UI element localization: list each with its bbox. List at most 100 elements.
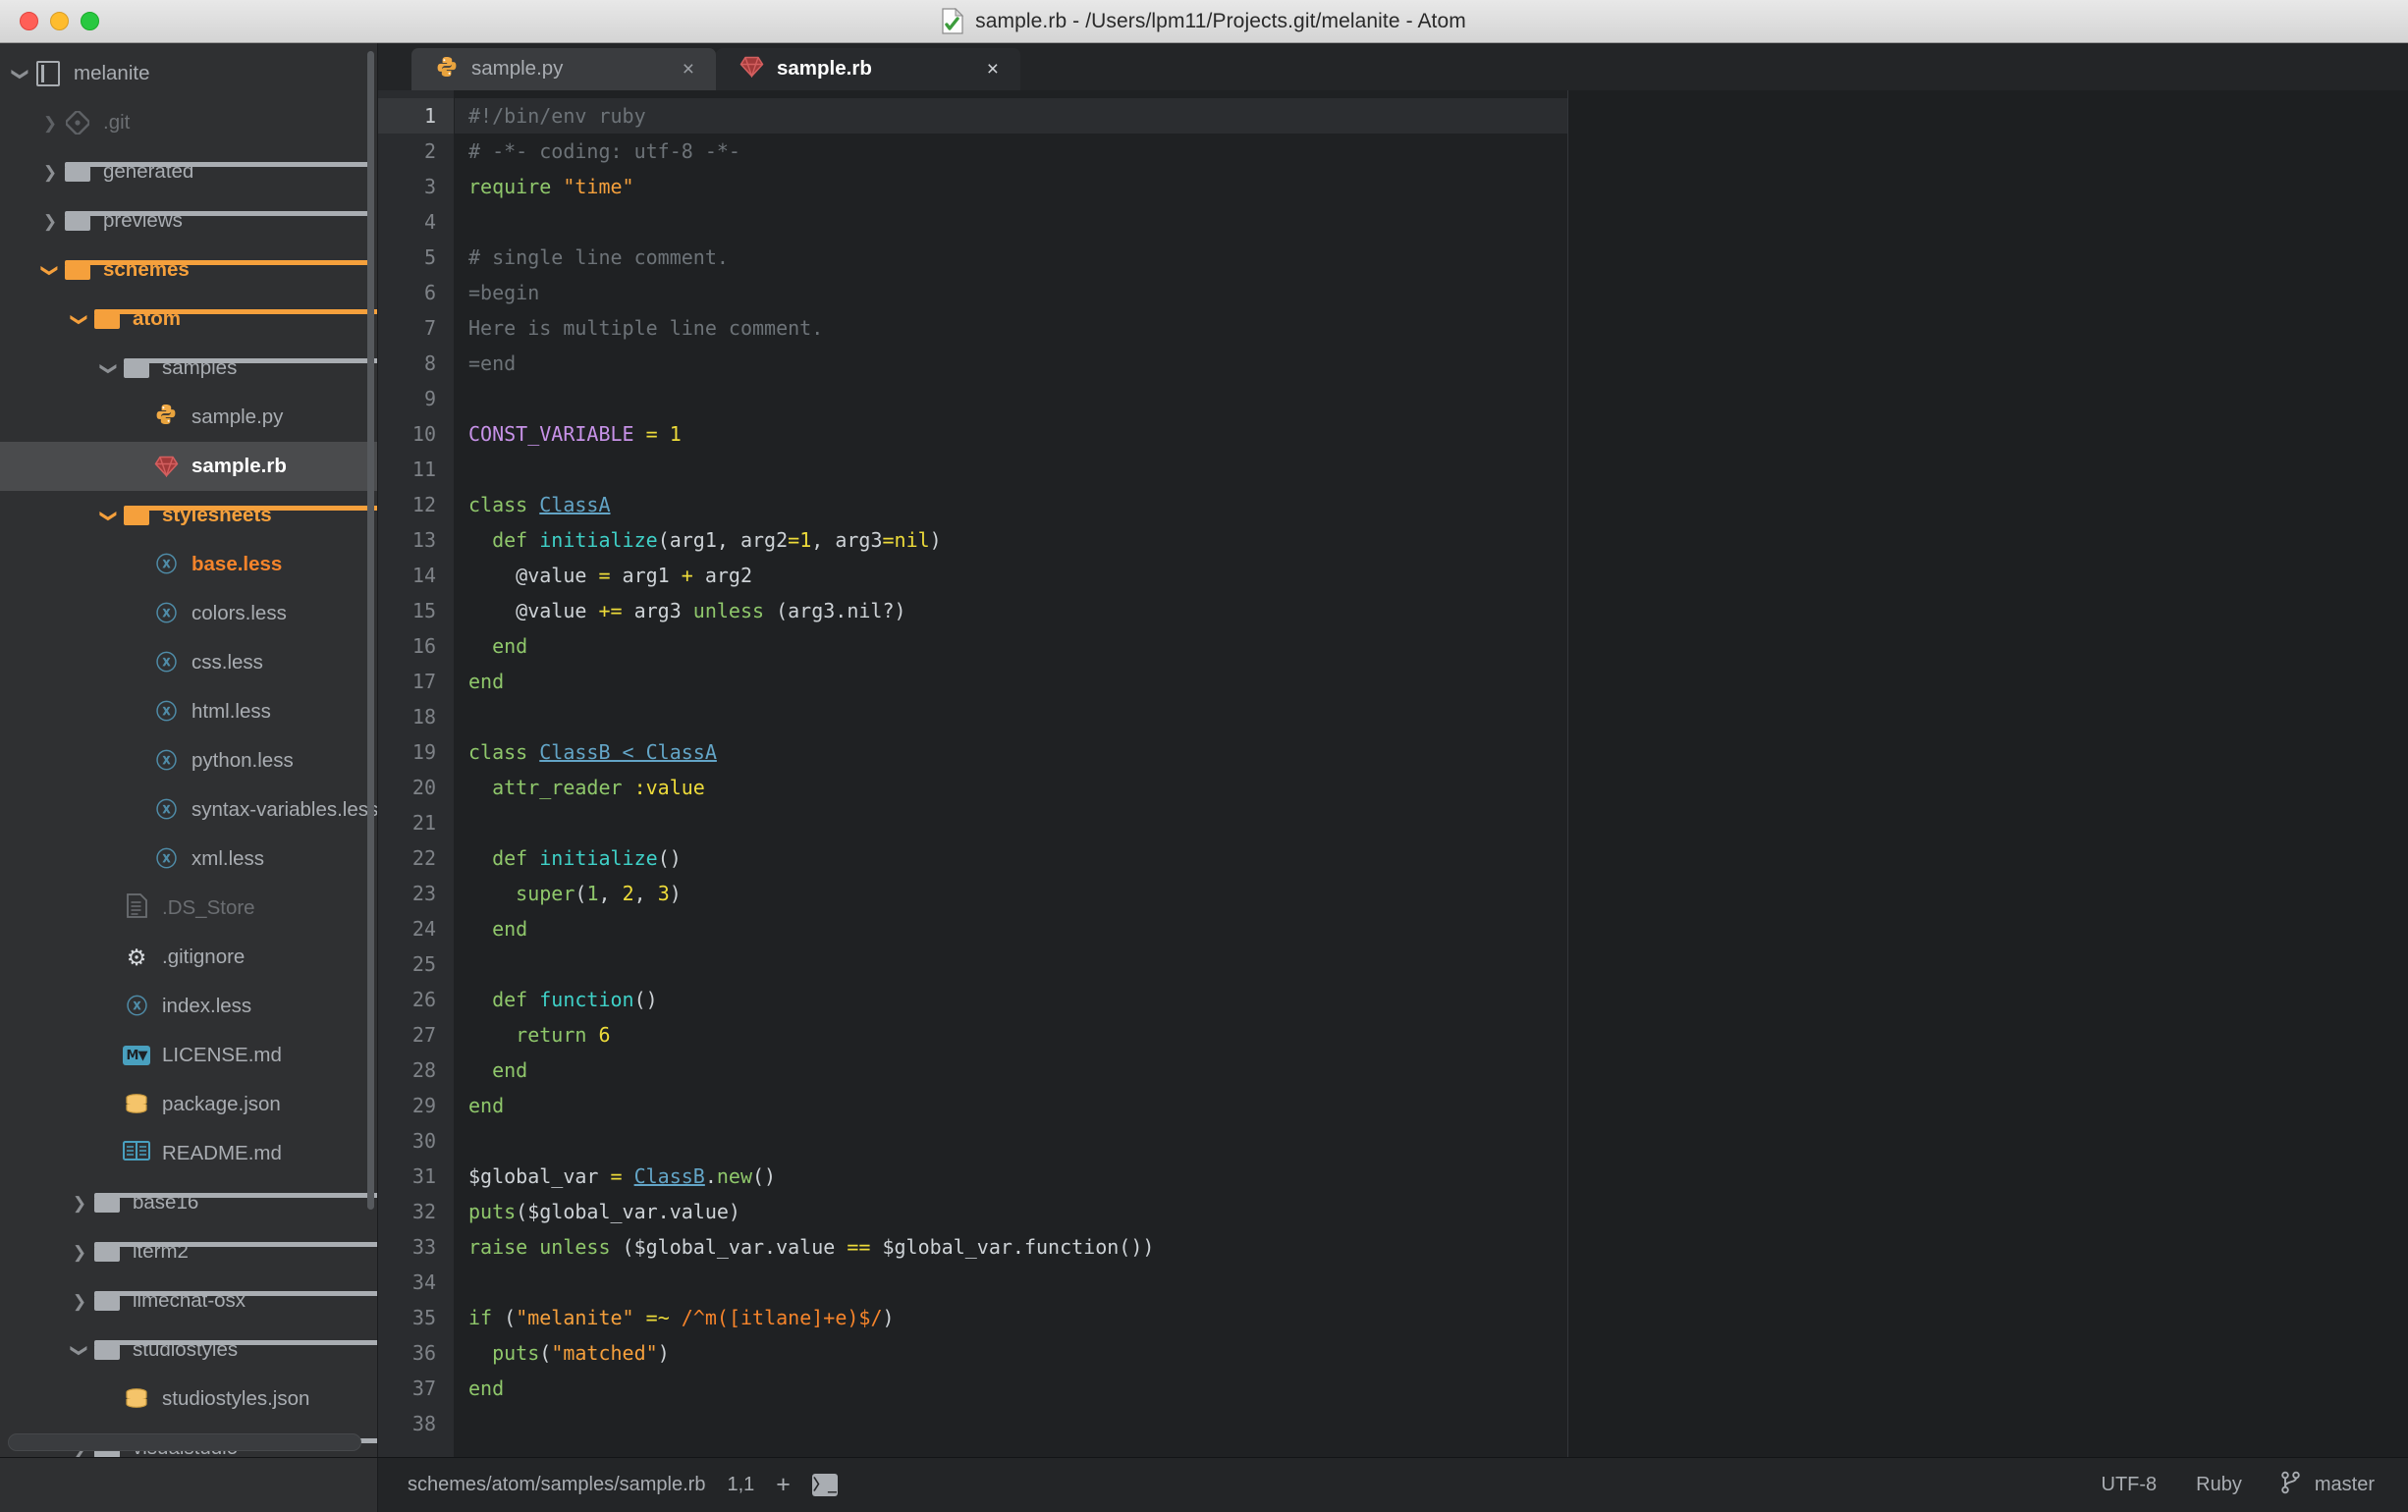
tab-sample-rb[interactable]: sample.rb× [716,48,1020,90]
line-number: 27 [378,1017,454,1053]
tree-item-base16[interactable]: ❯base16 [0,1178,377,1227]
tree-item-icon [151,456,181,477]
line-number: 30 [378,1123,454,1159]
tree-item-readme-md[interactable]: README.md [0,1129,377,1178]
code-token: function [539,988,633,1011]
code-token: ) [658,1341,670,1365]
tree-item-iterm2[interactable]: ❯iterm2 [0,1227,377,1276]
status-branch-group[interactable]: master [2281,1471,2375,1500]
chevron-down-icon[interactable]: ❯ [96,508,122,524]
terminal-icon[interactable]: 〉_ [812,1474,838,1496]
tree-item-xml-less[interactable]: ⓧxml.less [0,835,377,884]
chevron-down-icon[interactable]: ❯ [37,262,63,279]
tab-file-icon [435,55,459,84]
tree-item-atom[interactable]: ❯atom [0,295,377,344]
file-tree[interactable]: ❯melanite❯.git❯generated❯previews❯scheme… [0,43,377,1457]
status-bar-left: schemes/atom/samples/sample.rb 1,1 + 〉_ [408,1473,838,1497]
status-bar: schemes/atom/samples/sample.rb 1,1 + 〉_ … [0,1457,2408,1512]
tree-item-melanite[interactable]: ❯melanite [0,49,377,98]
tree-item-studiostyles[interactable]: ❯studiostyles [0,1325,377,1375]
code-token: attr_reader [492,776,622,799]
chevron-right-icon[interactable]: ❯ [67,1195,92,1212]
code-token: if [468,1306,492,1329]
close-window-button[interactable] [20,12,38,30]
tree-horizontal-scrollbar[interactable] [8,1433,361,1451]
tree-item-syntax-variables-less[interactable]: ⓧsyntax-variables.less [0,785,377,835]
chevron-down-icon[interactable]: ❯ [96,360,122,377]
tree-item-limechat-osx[interactable]: ❯limechat-osx [0,1276,377,1325]
minimize-window-button[interactable] [50,12,69,30]
tree-item-html-less[interactable]: ⓧhtml.less [0,687,377,736]
tree-item-label: .DS_Store [162,898,255,919]
status-grammar[interactable]: Ruby [2196,1474,2242,1496]
chevron-down-icon[interactable]: ❯ [67,1342,92,1359]
code-token: $global_var [468,1164,611,1188]
tree-item-css-less[interactable]: ⓧcss.less [0,638,377,687]
status-file-path[interactable]: schemes/atom/samples/sample.rb [408,1474,705,1496]
status-cursor-position[interactable]: 1,1 [727,1474,754,1496]
code-token [634,1306,646,1329]
code-token: raise [468,1235,527,1259]
tree-item-base-less[interactable]: ⓧbase.less [0,540,377,589]
text-editor[interactable]: 1234567891011121314151617181920212223242… [378,90,2408,1457]
code-token [468,1341,492,1365]
add-icon[interactable]: + [776,1473,791,1497]
title-bar: sample.rb - /Users/lpm11/Projects.git/me… [0,0,2408,43]
tree-item-stylesheets[interactable]: ❯stylesheets [0,491,377,540]
chevron-right-icon[interactable]: ❯ [67,1244,92,1261]
folder-icon [124,358,149,378]
code-token: (arg1, arg2 [658,528,788,552]
tree-item-icon [151,403,181,432]
code-token: 1 [670,422,682,446]
tree-item-package-json[interactable]: package.json [0,1080,377,1129]
tree-item-sample-py[interactable]: sample.py [0,393,377,442]
tree-item-ds-store[interactable]: .DS_Store [0,884,377,933]
code-token: end [468,1377,504,1400]
tree-item-samples[interactable]: ❯samples [0,344,377,393]
code-token: ( [575,882,586,905]
tree-item-python-less[interactable]: ⓧpython.less [0,736,377,785]
chevron-down-icon[interactable]: ❯ [67,311,92,328]
chevron-right-icon[interactable]: ❯ [37,115,63,132]
zoom-window-button[interactable] [81,12,99,30]
tree-item-git[interactable]: ❯.git [0,98,377,147]
chevron-right-icon[interactable]: ❯ [67,1293,92,1310]
tree-item-generated[interactable]: ❯generated [0,147,377,196]
code-token: ($global_var.value) [516,1200,740,1223]
less-file-icon: ⓧ [156,653,177,674]
code-token: def [492,846,527,870]
line-number: 6 [378,275,454,310]
line-number: 21 [378,805,454,840]
line-number: 16 [378,628,454,664]
tree-item-icon [92,1291,122,1311]
tree-item-previews[interactable]: ❯previews [0,196,377,245]
tree-item-icon [63,162,92,182]
chevron-down-icon[interactable]: ❯ [8,66,33,82]
tab-bar[interactable]: sample.py×sample.rb× [378,43,2408,90]
close-tab-icon[interactable]: × [987,59,999,80]
code-token: ClassA [539,493,610,516]
chevron-right-icon[interactable]: ❯ [37,164,63,181]
tree-item-gitignore[interactable]: ⚙.gitignore [0,933,377,982]
file-tree-panel[interactable]: ❯melanite❯.git❯generated❯previews❯scheme… [0,43,378,1457]
tree-item-colors-less[interactable]: ⓧcolors.less [0,589,377,638]
less-file-icon: ⓧ [156,800,177,821]
tree-item-icon [122,893,151,924]
tab-sample-py[interactable]: sample.py× [411,48,716,90]
line-number: 18 [378,699,454,734]
tree-item-license-md[interactable]: M▼LICENSE.md [0,1031,377,1080]
code-area[interactable]: #!/bin/env ruby# -*- coding: utf-8 -*-re… [455,90,2408,1457]
status-encoding[interactable]: UTF-8 [2102,1474,2158,1496]
chevron-right-icon[interactable]: ❯ [37,213,63,230]
tree-item-label: LICENSE.md [162,1046,282,1066]
code-token: + [682,564,693,587]
tree-vertical-scrollbar[interactable] [367,51,374,1210]
tree-item-studiostyles-json[interactable]: studiostyles.json [0,1375,377,1424]
tree-item-schemes[interactable]: ❯schemes [0,245,377,295]
tree-item-label: sample.py [192,407,283,428]
close-tab-icon[interactable]: × [683,59,694,80]
tree-item-sample-rb[interactable]: sample.rb [0,442,377,491]
tree-item-index-less[interactable]: ⓧindex.less [0,982,377,1031]
code-token: "melanite" [516,1306,633,1329]
code-token: unless [539,1235,610,1259]
